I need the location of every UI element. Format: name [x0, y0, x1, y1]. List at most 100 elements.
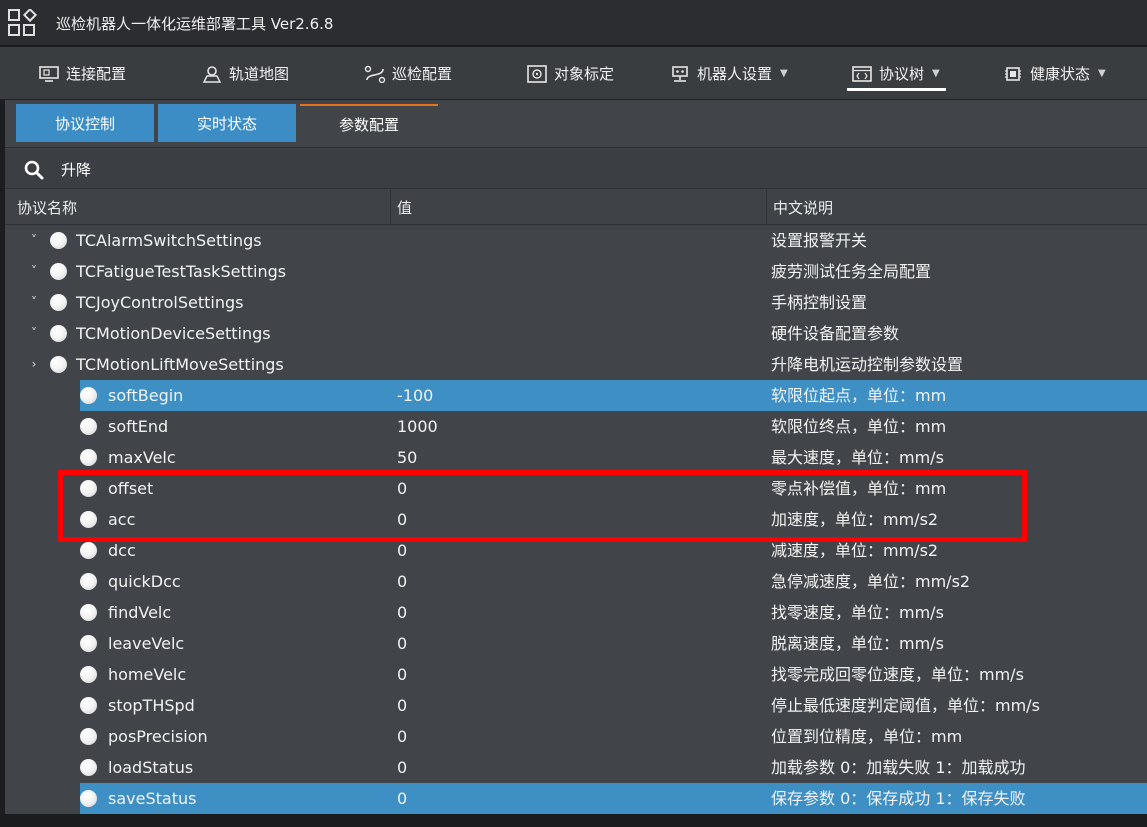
protocol-description: 减速度，单位：mm/s2	[771, 541, 939, 560]
chevron-down-icon[interactable]: ˅	[27, 256, 41, 287]
nav-tab-object-calibration[interactable]: 对象标定	[526, 47, 614, 100]
tree-param-row[interactable]: acc 0 加速度，单位：mm/s2	[5, 504, 1147, 535]
tree-param-row[interactable]: loadStatus 0 加载参数 0：加载失败 1：加载成功	[5, 752, 1147, 783]
chevron-down-icon[interactable]: ˅	[27, 287, 41, 318]
tree-param-row[interactable]: posPrecision 0 位置到位精度，单位：mm	[5, 721, 1147, 752]
node-bullet-icon	[50, 356, 67, 373]
protocol-name: softBegin	[108, 386, 184, 405]
protocol-name: TCMotionDeviceSettings	[76, 324, 271, 343]
tree-param-row[interactable]: saveStatus 0 保存参数 0：保存成功 1：保存失败	[5, 783, 1147, 814]
protocol-value[interactable]: 0	[397, 566, 407, 597]
tree-group-row[interactable]: ˅ TCFatigueTestTaskSettings 疲劳测试任务全局配置	[5, 256, 1147, 287]
nav-tab-protocol-tree[interactable]: 协议树 ▼	[847, 47, 946, 100]
protocol-description: 找零速度，单位：mm/s	[771, 603, 944, 622]
tree-param-row[interactable]: quickDcc 0 急停减速度，单位：mm/s2	[5, 566, 1147, 597]
main-nav: 连接配置 轨道地图 巡检配置 对象标定 机器人设置 ▼ 协议树 ▼ 健康状态 ▼	[0, 47, 1147, 100]
nav-label: 巡检配置	[392, 65, 453, 83]
chevron-right-icon[interactable]: ›	[27, 349, 41, 380]
protocol-description: 找零完成回零位速度，单位：mm/s	[771, 665, 1024, 684]
chevron-down-icon[interactable]: ˅	[27, 318, 41, 349]
node-bullet-icon	[50, 294, 67, 311]
nav-tab-connection[interactable]: 连接配置	[38, 47, 126, 100]
protocol-value[interactable]: 50	[397, 442, 417, 473]
node-bullet-icon	[80, 573, 97, 590]
protocol-name: TCMotionLiftMoveSettings	[76, 355, 284, 374]
protocol-description: 软限位终点，单位：mm	[771, 417, 947, 436]
node-bullet-icon	[80, 480, 97, 497]
protocol-value[interactable]: 0	[397, 597, 407, 628]
table-header: 协议名称 值 中文说明	[5, 190, 1147, 225]
protocol-value[interactable]: 0	[397, 535, 407, 566]
search-bar	[5, 149, 1147, 189]
protocol-value[interactable]: 0	[397, 752, 407, 783]
tree-param-row[interactable]: softEnd 1000 软限位终点，单位：mm	[5, 411, 1147, 442]
protocol-value[interactable]: 0	[397, 721, 407, 752]
node-bullet-icon	[80, 666, 97, 683]
protocol-description: 设置报警开关	[771, 231, 868, 250]
tree-param-row[interactable]: maxVelc 50 最大速度，单位：mm/s	[5, 442, 1147, 473]
subtab-parameter-config[interactable]: 参数配置	[300, 104, 438, 142]
protocol-name: loadStatus	[108, 758, 194, 777]
tree-group-row[interactable]: › TCMotionLiftMoveSettings 升降电机运动控制参数设置	[5, 349, 1147, 380]
protocol-value[interactable]: 0	[397, 628, 407, 659]
tree-group-row[interactable]: ˅ TCAlarmSwitchSettings 设置报警开关	[5, 225, 1147, 256]
protocol-name: maxVelc	[108, 448, 176, 467]
protocol-description: 零点补偿值，单位：mm	[771, 479, 947, 498]
tree-param-row[interactable]: offset 0 零点补偿值，单位：mm	[5, 473, 1147, 504]
tree-param-row[interactable]: findVelc 0 找零速度，单位：mm/s	[5, 597, 1147, 628]
protocol-value[interactable]: 0	[397, 659, 407, 690]
chevron-down-icon: ▼	[780, 68, 788, 79]
nav-tab-health-status[interactable]: 健康状态 ▼	[1002, 47, 1106, 100]
subtab-protocol-control[interactable]: 协议控制	[16, 104, 154, 142]
row-selection-highlight	[80, 380, 1147, 411]
protocol-value[interactable]: 1000	[397, 411, 438, 442]
protocol-description: 软限位起点，单位：mm	[771, 386, 947, 405]
tree-param-row[interactable]: leaveVelc 0 脱离速度，单位：mm/s	[5, 628, 1147, 659]
tree-group-row[interactable]: ˅ TCJoyControlSettings 手柄控制设置	[5, 287, 1147, 318]
search-input[interactable]	[61, 156, 461, 182]
column-header-desc[interactable]: 中文说明	[767, 190, 1147, 225]
app-grid-icon	[8, 9, 38, 36]
tree-param-row[interactable]: dcc 0 减速度，单位：mm/s2	[5, 535, 1147, 566]
protocol-value[interactable]: 0	[397, 690, 407, 721]
node-bullet-icon	[50, 232, 67, 249]
protocol-name: quickDcc	[108, 572, 181, 591]
nav-tab-robot-settings[interactable]: 机器人设置 ▼	[669, 47, 788, 100]
nav-tab-patrol-config[interactable]: 巡检配置	[364, 47, 452, 100]
node-bullet-icon	[80, 635, 97, 652]
subtab-realtime-status[interactable]: 实时状态	[158, 104, 296, 142]
tree-param-row[interactable]: stopTHSpd 0 停止最低速度判定阈值，单位：mm/s	[5, 690, 1147, 721]
node-bullet-icon	[80, 418, 97, 435]
search-icon[interactable]	[23, 159, 45, 181]
chevron-down-icon[interactable]: ˅	[27, 225, 41, 256]
protocol-description: 加载参数 0：加载失败 1：加载成功	[771, 758, 1026, 777]
protocol-value[interactable]: 0	[397, 473, 407, 504]
protocol-name: TCFatigueTestTaskSettings	[76, 262, 287, 281]
tree-group-row[interactable]: ˅ TCMotionDeviceSettings 硬件设备配置参数	[5, 318, 1147, 349]
target-icon	[527, 64, 547, 83]
protocol-description: 脱离速度，单位：mm/s	[771, 634, 944, 653]
protocol-description: 位置到位精度，单位：mm	[771, 727, 963, 746]
column-header-name[interactable]: 协议名称	[17, 190, 391, 225]
protocol-value[interactable]: -100	[397, 380, 433, 411]
protocol-description: 停止最低速度判定阈值，单位：mm/s	[771, 696, 1040, 715]
map-pin-icon	[202, 65, 222, 83]
protocol-value[interactable]: 0	[397, 504, 407, 535]
node-bullet-icon	[80, 387, 97, 404]
protocol-description: 硬件设备配置参数	[771, 324, 900, 343]
tree-param-row[interactable]: homeVelc 0 找零完成回零位速度，单位：mm/s	[5, 659, 1147, 690]
nav-tab-track-map[interactable]: 轨道地图	[201, 47, 289, 100]
nav-label: 轨道地图	[229, 65, 290, 83]
protocol-value[interactable]: 0	[397, 783, 407, 814]
tree-param-row[interactable]: softBegin -100 软限位起点，单位：mm	[5, 380, 1147, 411]
window-bottom-edge	[0, 814, 1147, 827]
column-header-value[interactable]: 值	[391, 190, 767, 225]
node-bullet-icon	[80, 790, 97, 807]
nav-label: 协议树	[879, 65, 925, 83]
chevron-down-icon: ▼	[1098, 68, 1106, 79]
robot-icon	[672, 65, 688, 82]
window-title: 巡检机器人一体化运维部署工具 Ver2.6.8	[56, 15, 334, 33]
node-bullet-icon	[80, 511, 97, 528]
node-bullet-icon	[80, 449, 97, 466]
node-bullet-icon	[80, 604, 97, 621]
